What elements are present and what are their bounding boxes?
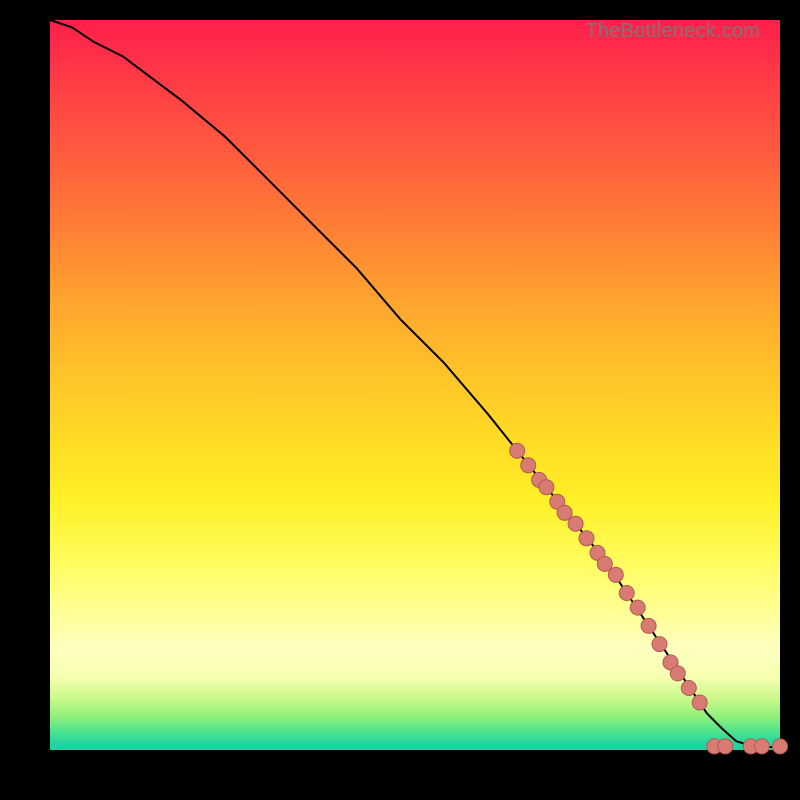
- marker-dot: [630, 600, 645, 615]
- marker-dot: [718, 739, 733, 754]
- marker-dot: [641, 618, 656, 633]
- chart-svg: [50, 20, 780, 750]
- marker-dot: [579, 531, 594, 546]
- marker-dot: [568, 516, 583, 531]
- marker-dot: [539, 480, 554, 495]
- marker-dot: [692, 695, 707, 710]
- marker-dot: [681, 681, 696, 696]
- marker-dot: [510, 443, 525, 458]
- marker-dot: [557, 505, 572, 520]
- chart-frame: TheBottleneck.com: [0, 0, 800, 800]
- marker-group: [510, 443, 788, 754]
- marker-dot: [597, 556, 612, 571]
- marker-dot: [773, 739, 788, 754]
- marker-dot: [619, 586, 634, 601]
- marker-dot: [652, 637, 667, 652]
- marker-dot: [754, 739, 769, 754]
- marker-dot: [670, 666, 685, 681]
- marker-dot: [521, 458, 536, 473]
- marker-dot: [608, 567, 623, 582]
- curve-line: [50, 20, 780, 747]
- plot-area: TheBottleneck.com: [50, 20, 780, 750]
